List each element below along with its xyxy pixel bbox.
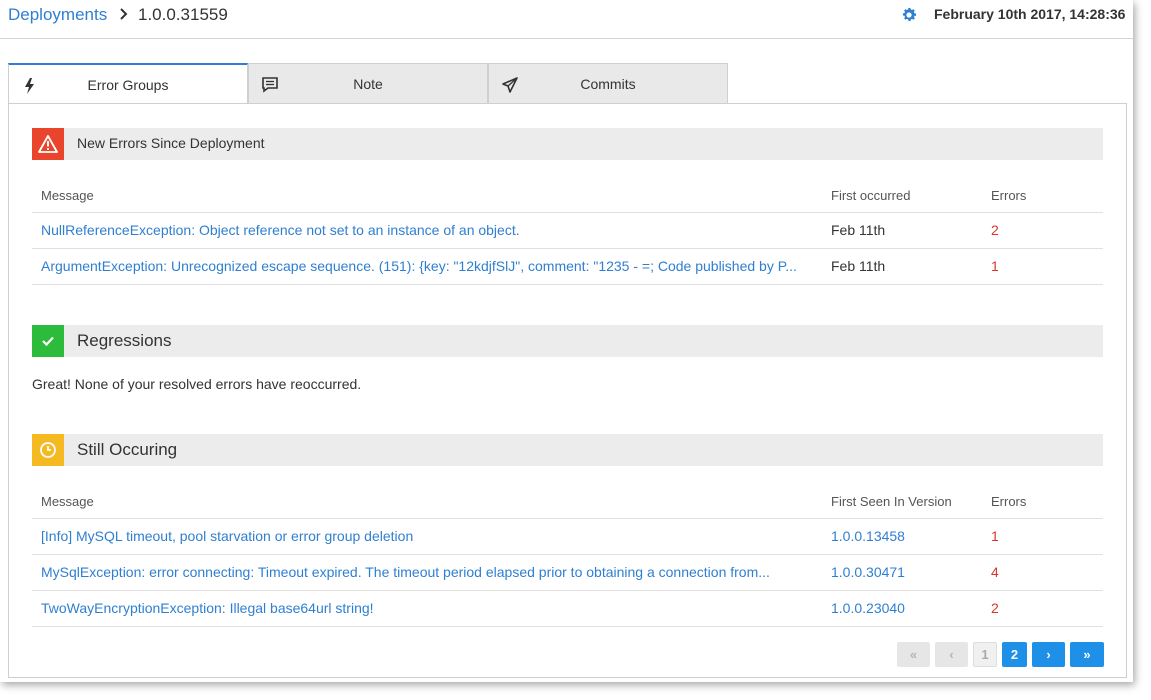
new-errors-table: Message First occurred Errors NullRefere… — [32, 177, 1103, 285]
regressions-message: Great! None of your resolved errors have… — [32, 376, 362, 392]
tab-label: Commits — [580, 76, 636, 92]
tab-label: Note — [353, 76, 383, 92]
prev-page-button[interactable]: ‹ — [935, 642, 968, 667]
tab-commits[interactable]: Commits — [488, 63, 728, 104]
checkmark-icon — [32, 325, 64, 357]
table-header: Message First occurred Errors — [32, 177, 1103, 213]
error-count: 1 — [991, 528, 999, 544]
first-occurred: Feb 11th — [831, 222, 886, 238]
section-title: Regressions — [77, 331, 172, 350]
version-link[interactable]: 1.0.0.23040 — [831, 600, 981, 616]
column-header-message: Message — [41, 188, 94, 203]
new-errors-header: New Errors Since Deployment — [32, 128, 1103, 160]
clock-icon — [32, 434, 64, 466]
tab-label: Error Groups — [87, 77, 169, 93]
table-row: MySqlException: error connecting: Timeou… — [32, 555, 1103, 591]
pagination: « ‹ 1 2 › » — [897, 642, 1104, 668]
column-header-errors: Errors — [991, 188, 1027, 203]
error-message-link[interactable]: NullReferenceException: Object reference… — [41, 222, 821, 238]
table-row: NullReferenceException: Object reference… — [32, 213, 1103, 249]
version-link[interactable]: 1.0.0.30471 — [831, 564, 981, 580]
error-count: 2 — [991, 222, 999, 238]
section-title: Still Occuring — [77, 440, 178, 459]
section-title: New Errors Since Deployment — [77, 135, 265, 151]
breadcrumb-version: 1.0.0.31559 — [138, 5, 228, 24]
still-occuring-header: Still Occuring — [32, 434, 1103, 466]
column-header-message: Message — [41, 494, 94, 509]
error-message-link[interactable]: MySqlException: error connecting: Timeou… — [41, 564, 821, 580]
column-header-first-occurred: First occurred — [831, 188, 911, 203]
table-header: Message First Seen In Version Errors — [32, 483, 1103, 519]
table-row: ArgumentException: Unrecognized escape s… — [32, 249, 1103, 285]
error-message-link[interactable]: ArgumentException: Unrecognized escape s… — [41, 258, 821, 274]
error-count: 1 — [991, 258, 999, 274]
tab-error-groups[interactable]: Error Groups — [8, 63, 248, 104]
warning-icon — [32, 128, 64, 160]
tab-note[interactable]: Note — [248, 63, 488, 104]
next-page-button[interactable]: › — [1032, 642, 1065, 667]
page-1-button[interactable]: 1 — [973, 642, 997, 667]
error-count: 2 — [991, 600, 999, 616]
still-occuring-table: Message First Seen In Version Errors [In… — [32, 483, 1103, 627]
gear-icon[interactable] — [900, 6, 918, 24]
error-message-link[interactable]: TwoWayEncryptionException: Illegal base6… — [41, 600, 821, 616]
error-count: 4 — [991, 564, 999, 580]
deployment-date: February 10th 2017, 14:28:36 — [934, 6, 1126, 22]
column-header-first-seen: First Seen In Version — [831, 494, 952, 509]
tab-panel: New Errors Since Deployment Message Firs… — [8, 103, 1127, 678]
table-row: [Info] MySQL timeout, pool starvation or… — [32, 519, 1103, 555]
tab-bar: Error Groups Note Commits — [8, 63, 728, 104]
chevron-right-icon — [120, 8, 128, 20]
column-header-errors: Errors — [991, 494, 1027, 509]
regressions-header: Regressions — [32, 325, 1103, 357]
version-link[interactable]: 1.0.0.13458 — [831, 528, 981, 544]
top-header: Deployments 1.0.0.31559 February 10th 20… — [0, 0, 1133, 39]
breadcrumb-deployments-link[interactable]: Deployments — [8, 5, 107, 25]
first-page-button[interactable]: « — [897, 642, 930, 667]
table-row: TwoWayEncryptionException: Illegal base6… — [32, 591, 1103, 627]
error-message-link[interactable]: [Info] MySQL timeout, pool starvation or… — [41, 528, 821, 544]
page-2-button[interactable]: 2 — [1002, 642, 1027, 667]
first-occurred: Feb 11th — [831, 258, 886, 274]
last-page-button[interactable]: » — [1070, 642, 1104, 667]
app-window: Deployments 1.0.0.31559 February 10th 20… — [0, 0, 1133, 682]
